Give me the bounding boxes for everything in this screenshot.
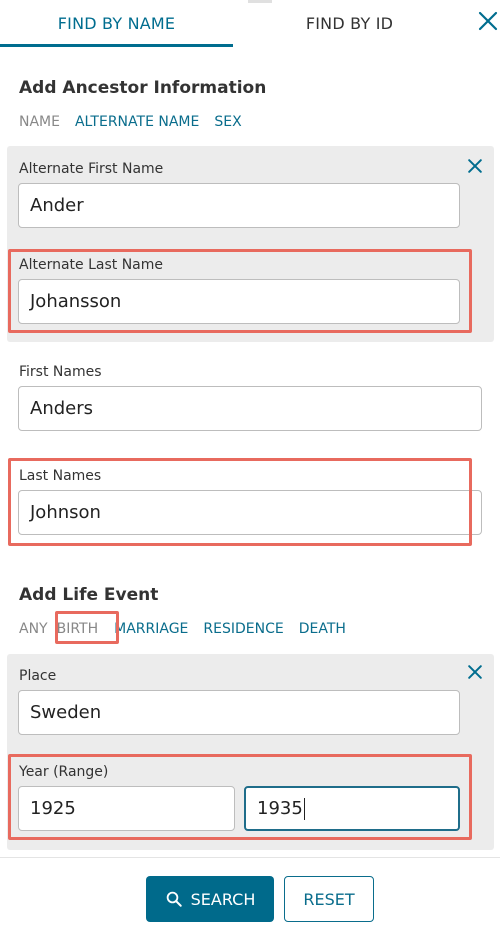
tab-bar: FIND BY NAME FIND BY ID	[0, 0, 500, 48]
footer-divider	[0, 857, 500, 858]
life-event-subnav: ANY BIRTH MARRIAGE RESIDENCE DEATH	[19, 621, 361, 637]
nav-sex[interactable]: SEX	[214, 114, 241, 130]
reset-button-label: RESET	[303, 889, 355, 909]
reset-button[interactable]: RESET	[284, 876, 374, 922]
close-icon[interactable]	[476, 9, 500, 33]
alternate-first-name-input[interactable]: Ander	[18, 183, 460, 228]
last-names-input[interactable]: Johnson	[18, 490, 482, 535]
alternate-last-name-label: Alternate Last Name	[19, 257, 163, 273]
nav-residence[interactable]: RESIDENCE	[203, 621, 283, 637]
nav-alternate-name[interactable]: ALTERNATE NAME	[75, 114, 199, 130]
year-from-input[interactable]: 1925	[18, 786, 235, 831]
nav-birth[interactable]: BIRTH	[57, 621, 99, 637]
year-to-input[interactable]: 1935	[244, 786, 460, 831]
text-caret	[303, 797, 305, 820]
alternate-first-name-label: Alternate First Name	[19, 161, 164, 177]
first-names-label: First Names	[19, 364, 102, 380]
remove-alternate-name-icon[interactable]	[465, 156, 485, 176]
nav-name[interactable]: NAME	[19, 114, 60, 130]
tab-active-indicator	[0, 44, 233, 47]
search-button-label: SEARCH	[190, 889, 256, 909]
last-names-label: Last Names	[19, 468, 102, 484]
nav-any[interactable]: ANY	[19, 621, 48, 637]
nav-marriage[interactable]: MARRIAGE	[114, 621, 188, 637]
search-icon	[166, 891, 182, 907]
place-label: Place	[19, 668, 57, 684]
ancestor-section-title: Add Ancestor Information	[19, 78, 267, 98]
nav-death[interactable]: DEATH	[299, 621, 346, 637]
first-names-input[interactable]: Anders	[18, 386, 482, 431]
remove-life-event-icon[interactable]	[465, 662, 485, 682]
alternate-last-name-input[interactable]: Johansson	[18, 279, 460, 324]
tab-find-by-id[interactable]: FIND BY ID	[233, 0, 466, 46]
year-to-value: 1935	[257, 798, 303, 819]
life-event-section-title: Add Life Event	[19, 585, 159, 605]
ancestor-subnav: NAME ALTERNATE NAME SEX	[19, 114, 257, 130]
tab-find-by-name[interactable]: FIND BY NAME	[0, 0, 233, 46]
year-range-label: Year (Range)	[19, 764, 109, 780]
search-button[interactable]: SEARCH	[146, 876, 274, 922]
place-input[interactable]: Sweden	[18, 690, 460, 735]
